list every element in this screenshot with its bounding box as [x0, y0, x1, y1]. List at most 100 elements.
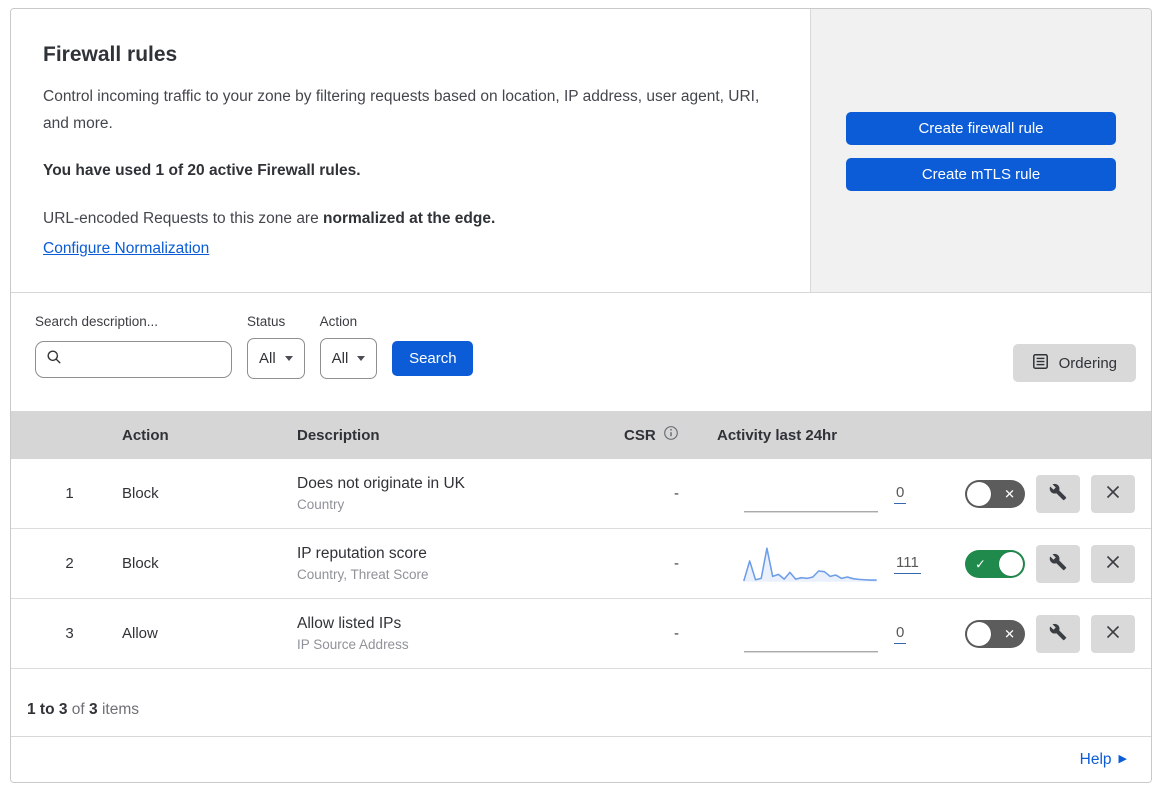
- activity-sparkline: [743, 650, 879, 652]
- help-bar: Help ▶: [11, 737, 1151, 782]
- ordering-list-icon: [1032, 353, 1049, 374]
- rule-enabled-toggle[interactable]: ✓ ✕: [965, 619, 1025, 648]
- activity-count-link[interactable]: 0: [894, 624, 907, 644]
- rule-fields: IP Source Address: [297, 637, 409, 652]
- toggle-knob: [967, 481, 991, 506]
- page-title: Firewall rules: [43, 43, 178, 66]
- rule-action: Allow: [122, 625, 158, 642]
- rule-enabled-toggle[interactable]: ✓ ✕: [965, 479, 1025, 508]
- edit-rule-button[interactable]: [1036, 544, 1080, 583]
- header-text-block: Firewall rules Control incoming traffic …: [11, 9, 810, 292]
- configure-normalization-link[interactable]: Configure Normalization: [43, 240, 209, 257]
- rule-csr-value: -: [674, 555, 679, 572]
- column-csr-label: CSR: [624, 426, 656, 444]
- search-button[interactable]: Search: [392, 341, 474, 376]
- delete-rule-button[interactable]: [1091, 544, 1135, 583]
- status-label: Status: [247, 314, 286, 329]
- chevron-down-icon: [284, 356, 293, 361]
- action-filter-group: Action All: [319, 314, 378, 379]
- rule-priority: 2: [65, 555, 74, 572]
- rule-activity-cell: 0: [707, 472, 935, 516]
- activity-count-link[interactable]: 111: [894, 554, 921, 574]
- pagination-of: of: [67, 701, 90, 718]
- activity-count-link[interactable]: 0: [894, 484, 907, 504]
- create-firewall-rule-button[interactable]: Create firewall rule: [846, 112, 1116, 145]
- status-dropdown-value: All: [259, 350, 276, 367]
- search-group: Search description...: [35, 314, 232, 378]
- column-activity: Activity last 24hr: [717, 426, 838, 444]
- column-description: Description: [297, 426, 380, 444]
- activity-sparkline: [743, 510, 879, 512]
- action-dropdown[interactable]: All: [319, 338, 378, 379]
- create-mtls-rule-button[interactable]: Create mTLS rule: [846, 158, 1116, 191]
- normalization-bold: normalized at the edge.: [323, 210, 496, 228]
- filter-bar: Search description... Status All Action …: [11, 293, 1151, 411]
- info-icon[interactable]: [663, 425, 679, 445]
- rule-csr-value: -: [674, 485, 679, 502]
- cross-icon: ✕: [1004, 486, 1015, 501]
- rule-controls: ✓ ✕: [935, 474, 1135, 513]
- arrow-right-icon: ▶: [1118, 753, 1127, 765]
- normalization-note: URL-encoded Requests to this zone are no…: [43, 210, 770, 228]
- rule-action: Block: [122, 485, 159, 502]
- toggle-knob: [999, 551, 1023, 576]
- actions-panel: Create firewall rule Create mTLS rule: [810, 9, 1151, 292]
- rule-description-cell: IP reputation score Country, Threat Scor…: [287, 545, 607, 582]
- rule-fields: Country: [297, 497, 345, 512]
- wrench-icon: [1049, 623, 1067, 644]
- toggle-knob: [967, 621, 991, 646]
- help-link[interactable]: Help ▶: [1080, 751, 1127, 769]
- activity-sparkline: [743, 546, 879, 582]
- rule-activity-cell: 111: [707, 542, 935, 586]
- rule-fields: Country, Threat Score: [297, 567, 429, 582]
- table-row: 2 Block IP reputation score Country, Thr…: [11, 529, 1151, 599]
- delete-rule-button[interactable]: [1091, 614, 1135, 653]
- close-icon: [1105, 624, 1121, 643]
- search-label: Search description...: [35, 314, 159, 329]
- table-row: 1 Block Does not originate in UK Country…: [11, 459, 1151, 529]
- help-link-label: Help: [1079, 750, 1112, 768]
- rule-description-cell: Does not originate in UK Country: [287, 475, 607, 512]
- rule-priority: 1: [65, 485, 74, 502]
- rule-description-cell: Allow listed IPs IP Source Address: [287, 615, 607, 652]
- close-icon: [1105, 484, 1121, 503]
- cross-icon: ✕: [1004, 626, 1015, 641]
- chevron-down-icon: [357, 356, 366, 361]
- pagination-total: 3: [89, 701, 98, 718]
- usage-summary: You have used 1 of 20 active Firewall ru…: [43, 162, 361, 180]
- pagination-summary: 1 to 3 of 3 items: [11, 669, 1151, 737]
- rule-controls: ✓ ✕: [935, 614, 1135, 653]
- pagination-range: 1 to 3: [27, 701, 68, 718]
- firewall-rules-page: Firewall rules Control incoming traffic …: [0, 0, 1161, 791]
- edit-rule-button[interactable]: [1036, 614, 1080, 653]
- column-action: Action: [122, 426, 169, 444]
- delete-rule-button[interactable]: [1091, 474, 1135, 513]
- search-icon: [46, 349, 62, 370]
- rule-description: Allow listed IPs: [297, 615, 402, 632]
- action-dropdown-value: All: [331, 350, 349, 367]
- rule-activity-cell: 0: [707, 612, 935, 656]
- rule-enabled-toggle[interactable]: ✓ ✕: [965, 549, 1025, 578]
- normalization-prefix: URL-encoded Requests to this zone are: [43, 210, 324, 228]
- rule-description: IP reputation score: [297, 545, 427, 562]
- search-input[interactable]: [35, 341, 232, 378]
- ordering-button-label: Ordering: [1058, 354, 1117, 372]
- rule-priority: 3: [65, 625, 74, 642]
- table-header: Action Description CSR Activity last 24h…: [11, 411, 1151, 459]
- action-label: Action: [319, 314, 358, 329]
- table-row: 3 Allow Allow listed IPs IP Source Addre…: [11, 599, 1151, 669]
- pagination-items: items: [97, 701, 139, 718]
- edit-rule-button[interactable]: [1036, 474, 1080, 513]
- rule-action: Block: [122, 555, 159, 572]
- rule-csr-value: -: [674, 625, 679, 642]
- header-section: Firewall rules Control incoming traffic …: [11, 9, 1151, 293]
- wrench-icon: [1049, 483, 1067, 504]
- status-dropdown[interactable]: All: [247, 338, 305, 379]
- ordering-button[interactable]: Ordering: [1012, 344, 1136, 382]
- check-icon: ✓: [975, 556, 986, 571]
- rule-controls: ✓ ✕: [935, 544, 1135, 583]
- firewall-rules-card: Firewall rules Control incoming traffic …: [10, 8, 1152, 783]
- close-icon: [1105, 554, 1121, 573]
- wrench-icon: [1049, 553, 1067, 574]
- rule-description: Does not originate in UK: [297, 475, 466, 492]
